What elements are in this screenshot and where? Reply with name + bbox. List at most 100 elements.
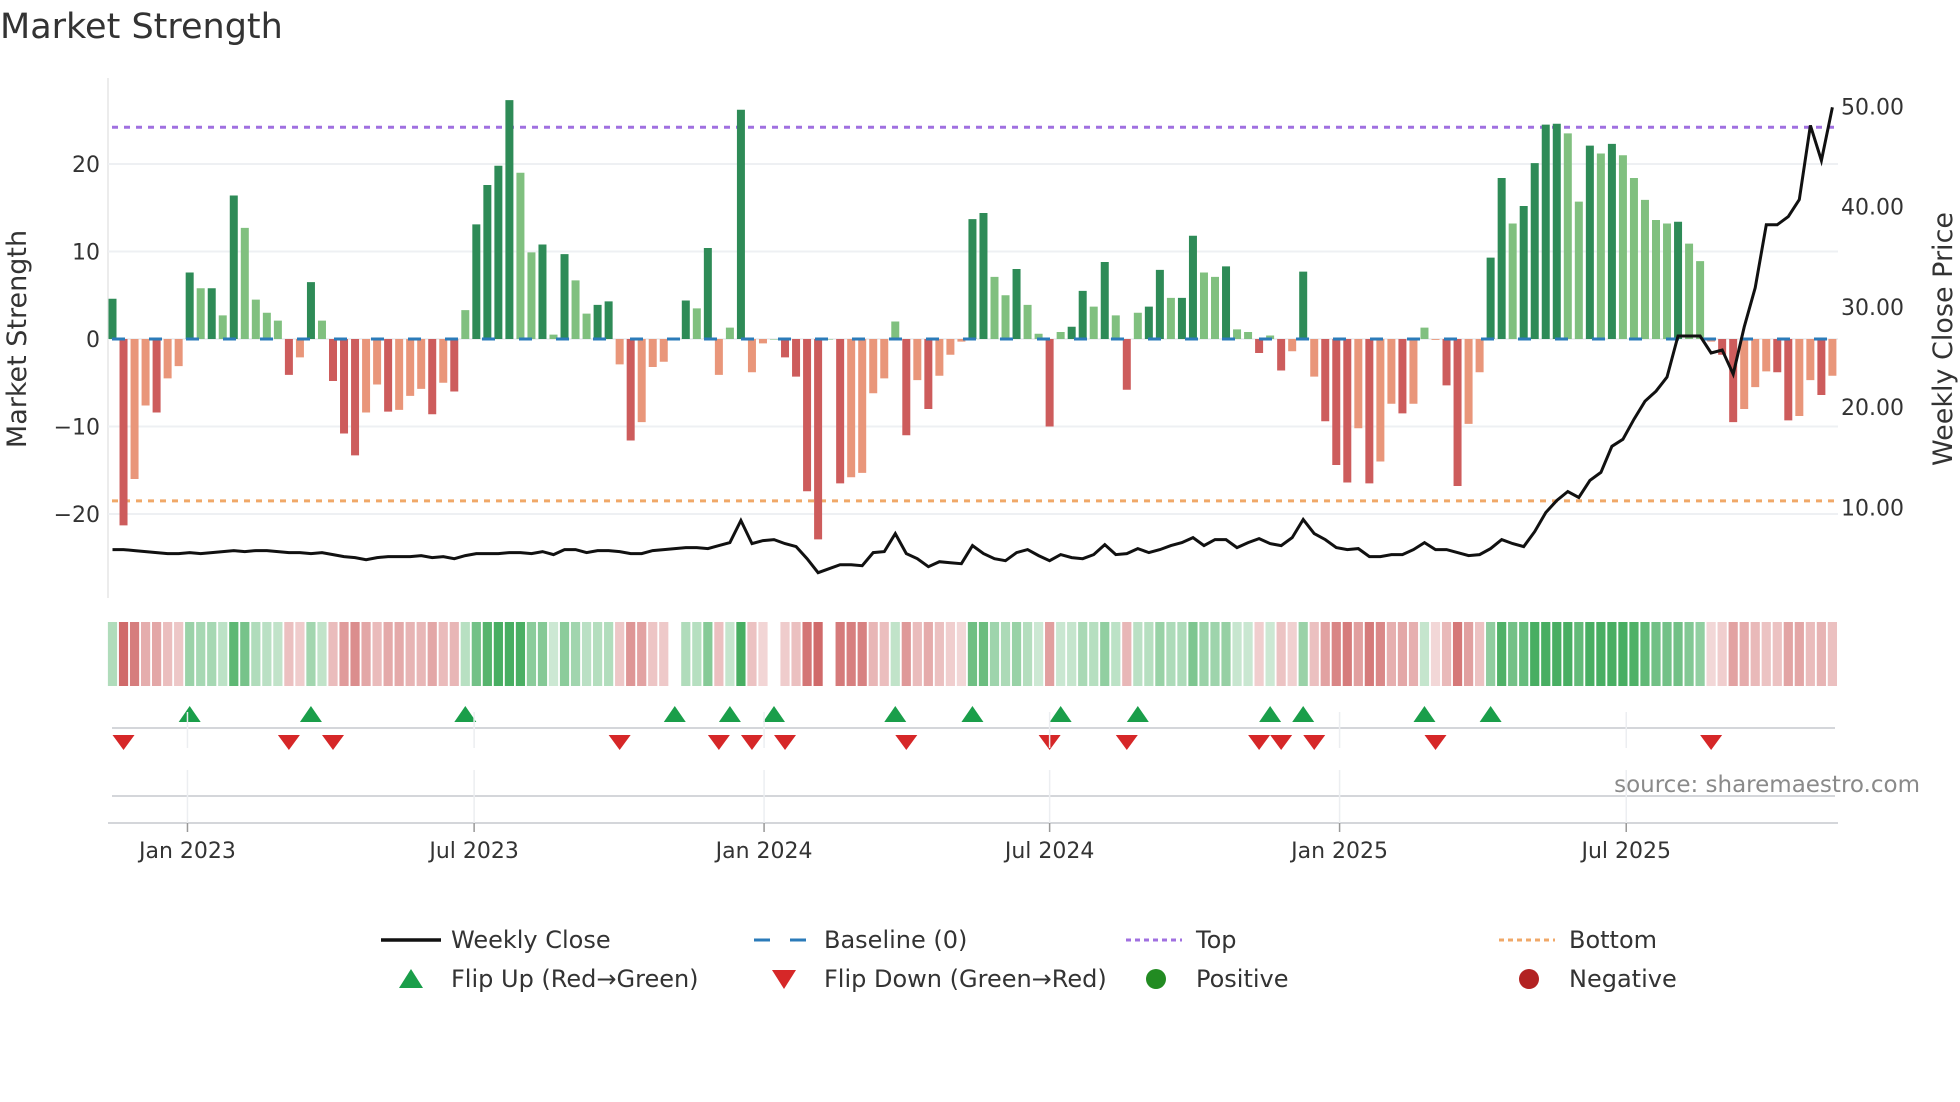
strength-bar [1133,312,1142,339]
strip-cell [1827,622,1837,686]
legend: Weekly Close Baseline (0) Top Bottom Flip Up… [381,926,1677,993]
strip-cell [185,622,195,686]
strength-bar [593,304,602,339]
strength-bar [1354,339,1363,429]
strength-bar [1177,297,1186,339]
strength-bar [406,339,415,396]
strip-cell [1805,622,1815,686]
strip-cell [967,622,978,686]
strip-cell [218,622,228,686]
strip-cell [140,622,151,686]
strength-bar [1464,339,1473,424]
flip-up-marker [1292,706,1315,722]
y-tick-label: 10 [72,241,100,266]
strength-bar [1398,339,1407,414]
strength-bar [1376,339,1385,462]
strip-cell [1243,622,1253,686]
strip-cell [593,622,603,686]
strip-cell [714,622,724,686]
x-tick-label: Jan 2025 [1289,839,1388,864]
strip-cell [229,622,239,686]
strip-cell [1320,622,1330,686]
strength-bar [924,339,933,409]
strength-bar [1310,339,1319,377]
strip-cell [879,622,889,686]
strength-bar [1574,201,1583,339]
flip-up-marker [1126,706,1149,722]
strip-cell [1607,622,1617,686]
strength-bar [273,320,282,339]
strength-bar [1199,272,1208,339]
strip-cell [912,622,922,686]
strip-cell [471,622,481,686]
flip-up-marker [663,706,686,722]
flip-up-marker [454,706,477,722]
strength-bar [229,195,238,339]
strength-bar [284,339,293,375]
flip-down-marker [1248,735,1271,750]
strip-cell [1585,622,1595,686]
strength-bar [692,308,701,339]
strength-bar [725,327,734,339]
strip-cell [1298,622,1308,686]
strength-bar [703,248,712,339]
strip-cell [350,622,360,686]
strip-cell [262,622,272,686]
strength-bar [428,339,437,415]
strip-cell [1045,622,1055,686]
strip-cell [493,622,503,686]
strip-cell [1000,622,1011,686]
strip-cell [1199,622,1209,686]
y2-tick-label: 10.00 [1841,497,1904,522]
strength-bar [262,312,271,339]
strip-cell [956,622,967,686]
strip-cell [1783,622,1793,686]
strip-cell [1011,622,1022,686]
strength-bar [340,339,349,434]
strip-cell [813,622,823,686]
flip-down-marker [608,735,631,750]
legend-label: Bottom [1569,926,1657,954]
strip-cell [1177,622,1187,686]
strength-bar [351,339,360,456]
strength-bar [1652,220,1660,339]
x-tick-label: Jan 2023 [137,839,236,864]
strength-bar [736,109,745,339]
flip-down-marker [1303,735,1326,750]
strip-cell [1221,622,1231,686]
strip-cell [207,622,217,686]
left-axis-title: Market Strength [2,230,33,448]
strength-bar [306,282,315,339]
legend-label: Weekly Close [451,926,611,954]
strip-cell [725,622,735,686]
strip-cell [1287,622,1297,686]
strip-cell [1475,622,1485,686]
strength-bar [637,339,646,423]
strength-bar [119,339,128,526]
strip-cell [1541,622,1551,686]
strength-bar [1552,123,1561,339]
strength-bar [1023,304,1032,339]
strip-cell [1695,622,1705,686]
strip-cell [934,622,944,686]
strip-cell [339,622,349,686]
y2-tick-label: 30.00 [1841,296,1904,321]
strip-cell [1056,622,1066,686]
strip-cell [1419,622,1430,686]
flip-down-marker [895,735,918,750]
strip-cell [129,622,140,686]
legend-label: Top [1195,926,1237,954]
strip-cell [240,622,250,686]
strength-bar [527,252,536,339]
strength-bar [1222,266,1231,339]
strength-bar [1255,339,1264,353]
strip-cell [1728,622,1738,686]
strip-cell [615,622,625,686]
strength-bar [1817,339,1826,395]
strength-bar [295,339,304,358]
strip-cell [163,622,173,686]
strength-bar [395,339,404,410]
strip-cell [890,622,900,686]
strip-cell [1662,622,1672,686]
flip-up-marker [763,706,785,722]
